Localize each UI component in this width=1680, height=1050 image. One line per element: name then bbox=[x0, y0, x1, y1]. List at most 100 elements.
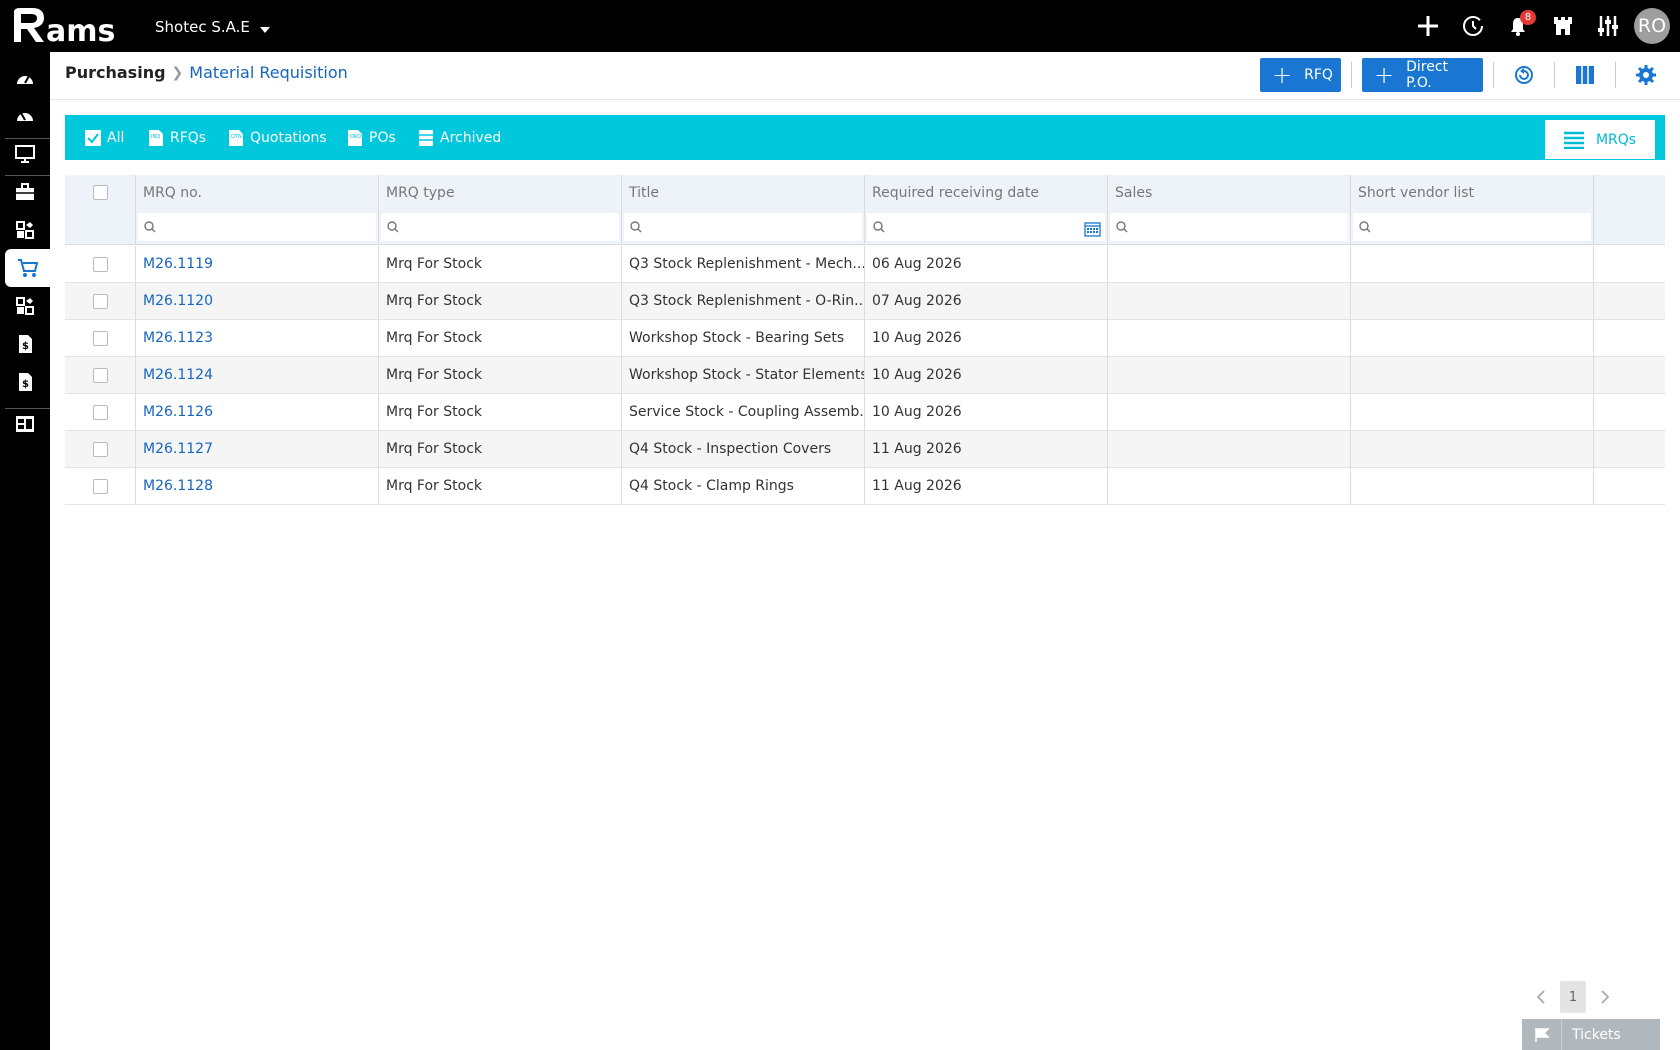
filter-date-input[interactable] bbox=[867, 213, 1105, 241]
table-header: MRQ no. MRQ type Title Required receivin… bbox=[65, 175, 1665, 210]
sidebar-item-invoice[interactable]: $ bbox=[0, 325, 50, 363]
mrq-number-link[interactable]: M26.1124 bbox=[136, 357, 379, 393]
sidebar-item-dashboard[interactable] bbox=[0, 60, 50, 98]
short-vendor-list bbox=[1351, 283, 1594, 319]
short-vendor-list bbox=[1351, 431, 1594, 467]
chevron-right-icon: ❯ bbox=[171, 64, 184, 81]
refresh-icon bbox=[1515, 66, 1533, 84]
tab-mrqs[interactable]: MRQs bbox=[1545, 120, 1655, 159]
cart-icon bbox=[17, 259, 38, 277]
column-header-mrq-no[interactable]: MRQ no. bbox=[136, 175, 379, 210]
mrq-title: Workshop Stock - Bearing Sets bbox=[622, 320, 865, 356]
filter-title-input[interactable] bbox=[624, 213, 862, 241]
dashboard-grid-icon bbox=[16, 416, 34, 432]
plus-icon: + bbox=[1374, 61, 1395, 89]
sidebar-item-modules[interactable] bbox=[0, 211, 50, 249]
table-row[interactable]: M26.1127 Mrq For Stock Q4 Stock - Inspec… bbox=[65, 431, 1665, 468]
castle-button[interactable] bbox=[1540, 0, 1585, 52]
row-checkbox[interactable] bbox=[92, 478, 108, 494]
row-checkbox[interactable] bbox=[92, 256, 108, 272]
filter-mrq-type-input[interactable] bbox=[381, 213, 619, 241]
sidebar-item-briefcase[interactable] bbox=[0, 173, 50, 211]
tab-pos[interactable]: ORD POs bbox=[347, 115, 396, 160]
tickets-label: Tickets bbox=[1572, 1026, 1621, 1043]
notifications-button[interactable]: 8 bbox=[1495, 0, 1540, 52]
columns-icon bbox=[1576, 66, 1594, 84]
table-row[interactable]: M26.1128 Mrq For Stock Q4 Stock - Clamp … bbox=[65, 468, 1665, 505]
tab-pos-label: POs bbox=[369, 129, 396, 146]
mrq-type: Mrq For Stock bbox=[379, 394, 622, 430]
search-icon bbox=[1359, 221, 1371, 233]
mrq-number-link[interactable]: M26.1128 bbox=[136, 468, 379, 504]
tickets-button[interactable]: Tickets bbox=[1522, 1019, 1660, 1050]
mrq-number-link[interactable]: M26.1127 bbox=[136, 431, 379, 467]
column-header-short-vendor-list[interactable]: Short vendor list bbox=[1351, 175, 1594, 210]
gauge-icon bbox=[17, 75, 33, 84]
sliders-icon bbox=[1597, 16, 1618, 36]
row-checkbox[interactable] bbox=[92, 293, 108, 309]
mrq-number-link[interactable]: M26.1126 bbox=[136, 394, 379, 430]
table-row[interactable]: M26.1126 Mrq For Stock Service Stock - C… bbox=[65, 394, 1665, 431]
filter-sales-input[interactable] bbox=[1110, 213, 1348, 241]
add-rfq-button[interactable]: + RFQ bbox=[1260, 58, 1341, 92]
table-row[interactable]: M26.1124 Mrq For Stock Workshop Stock - … bbox=[65, 357, 1665, 394]
sidebar-item-invoice-2[interactable]: $ bbox=[0, 363, 50, 401]
row-checkbox[interactable] bbox=[92, 330, 108, 346]
page-number-current[interactable]: 1 bbox=[1560, 981, 1586, 1013]
sidebar-item-dashboard-2[interactable] bbox=[0, 97, 50, 135]
tab-archived[interactable]: Archived bbox=[418, 115, 501, 160]
sales bbox=[1108, 394, 1351, 430]
sales bbox=[1108, 320, 1351, 356]
sidebar-item-reports[interactable] bbox=[0, 405, 50, 443]
filter-mrq-no-input[interactable] bbox=[138, 213, 376, 241]
sales bbox=[1108, 468, 1351, 504]
add-button[interactable] bbox=[1405, 0, 1450, 52]
document-icon: ORD bbox=[348, 129, 362, 146]
select-all-checkbox[interactable] bbox=[92, 185, 108, 200]
modules-icon bbox=[16, 297, 34, 315]
sidebar-item-monitor[interactable] bbox=[0, 135, 50, 173]
breadcrumb-purchasing[interactable]: Purchasing bbox=[65, 63, 166, 82]
gear-icon bbox=[1636, 65, 1656, 85]
filter-vendor-list-input[interactable] bbox=[1353, 213, 1591, 241]
mrq-number-link[interactable]: M26.1119 bbox=[136, 246, 379, 282]
settings-button[interactable] bbox=[1626, 58, 1666, 92]
sidebar-item-purchasing[interactable] bbox=[5, 249, 50, 287]
column-header-required-date[interactable]: Required receiving date bbox=[865, 175, 1108, 210]
settings-sliders-button[interactable] bbox=[1585, 0, 1630, 52]
row-checkbox[interactable] bbox=[92, 367, 108, 383]
company-selector[interactable]: Shotec S.A.E bbox=[155, 18, 270, 36]
previous-page-button[interactable] bbox=[1526, 981, 1556, 1013]
breadcrumb: Purchasing ❯ Material Requisition bbox=[65, 63, 348, 82]
column-header-title[interactable]: Title bbox=[622, 175, 865, 210]
required-date: 10 Aug 2026 bbox=[865, 394, 1108, 430]
history-button[interactable] bbox=[1450, 0, 1495, 52]
history-icon bbox=[1462, 16, 1483, 36]
tab-all[interactable]: All bbox=[85, 115, 124, 160]
add-direct-po-button[interactable]: + Direct P.O. bbox=[1362, 58, 1483, 92]
table-row[interactable]: M26.1119 Mrq For Stock Q3 Stock Replenis… bbox=[65, 246, 1665, 283]
table-row[interactable]: M26.1120 Mrq For Stock Q3 Stock Replenis… bbox=[65, 283, 1665, 320]
search-icon bbox=[873, 221, 885, 233]
sidebar-item-modules-2[interactable] bbox=[0, 287, 50, 325]
mrq-title: Q3 Stock Replenishment - Mech... bbox=[622, 246, 865, 282]
column-header-mrq-type[interactable]: MRQ type bbox=[379, 175, 622, 210]
columns-button[interactable] bbox=[1565, 58, 1605, 92]
row-checkbox[interactable] bbox=[92, 441, 108, 457]
column-header-sales[interactable]: Sales bbox=[1108, 175, 1351, 210]
mrq-number-link[interactable]: M26.1123 bbox=[136, 320, 379, 356]
calendar-icon[interactable] bbox=[1084, 221, 1101, 237]
next-page-button[interactable] bbox=[1590, 981, 1620, 1013]
list-icon bbox=[1563, 131, 1584, 149]
tab-rfqs[interactable]: INQ RFQs bbox=[148, 115, 206, 160]
tab-quotations[interactable]: QTN Quotations bbox=[228, 115, 327, 160]
rams-logo[interactable]: ams bbox=[10, 6, 130, 46]
user-avatar[interactable]: RO bbox=[1634, 8, 1670, 44]
invoice-dollar-icon: $ bbox=[19, 373, 32, 391]
table-row[interactable]: M26.1123 Mrq For Stock Workshop Stock - … bbox=[65, 320, 1665, 357]
refresh-button[interactable] bbox=[1504, 58, 1544, 92]
short-vendor-list bbox=[1351, 320, 1594, 356]
mrq-number-link[interactable]: M26.1120 bbox=[136, 283, 379, 319]
short-vendor-list bbox=[1351, 246, 1594, 282]
row-checkbox[interactable] bbox=[92, 404, 108, 420]
